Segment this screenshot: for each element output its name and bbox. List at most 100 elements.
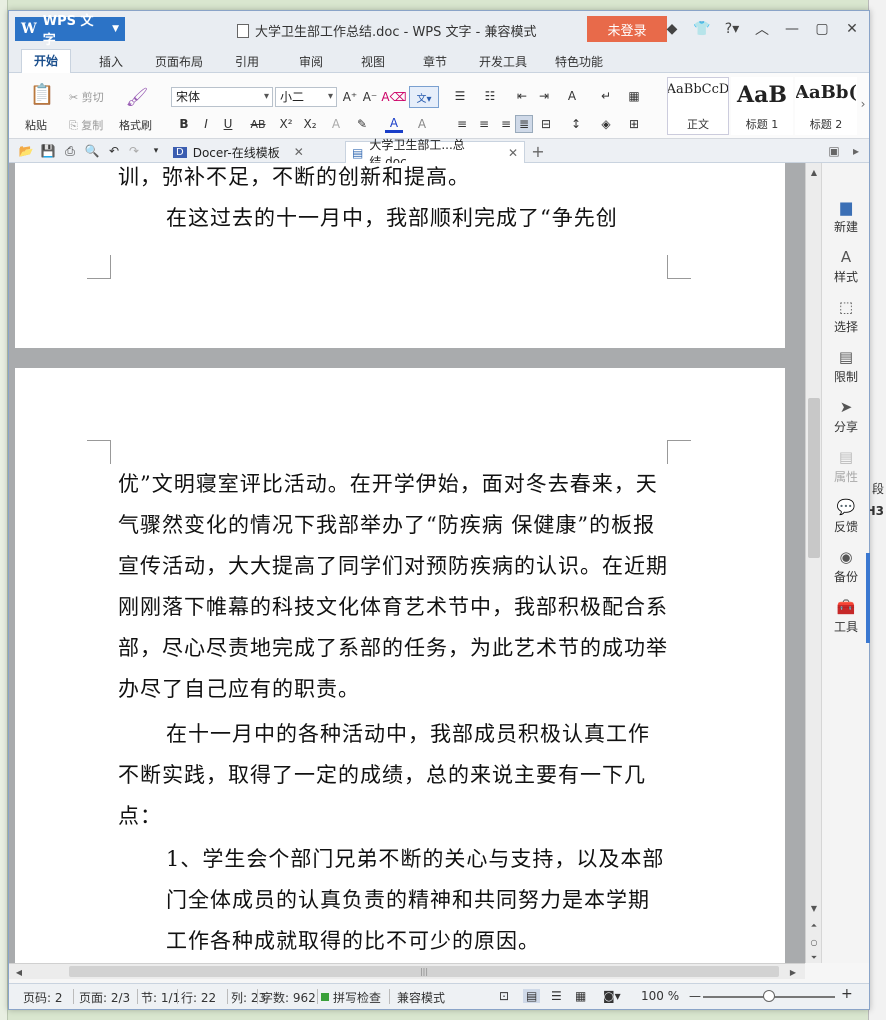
underline-button[interactable]: U: [219, 115, 237, 133]
app-menu-button[interactable]: W WPS 文字 ▼: [15, 14, 125, 48]
cut-button[interactable]: ✂ 剪切: [69, 89, 104, 105]
paragraph[interactable]: 在十一月中的各种活动中，我部成员积极认真工作不断实践，取得了一定的成绩，总的来说…: [118, 714, 671, 837]
zoom-level[interactable]: 100 %: [641, 989, 679, 1003]
font-name-select[interactable]: 宋体: [171, 87, 273, 107]
font-size-select[interactable]: 小二: [275, 87, 337, 107]
skin-icon[interactable]: 👕: [689, 17, 715, 41]
tab-review[interactable]: 审阅: [287, 51, 335, 72]
line-spacing-icon[interactable]: ↕: [567, 115, 585, 133]
distribute-icon[interactable]: ⊟: [537, 115, 555, 133]
zoom-out-icon[interactable]: —: [689, 989, 701, 1003]
paste-button[interactable]: 粘贴: [25, 117, 47, 133]
tab-home[interactable]: 开始: [21, 49, 72, 73]
strikethrough-button[interactable]: AB: [245, 115, 271, 133]
close-tab-icon[interactable]: ✕: [508, 146, 518, 160]
numbered-list-icon[interactable]: ☷: [481, 87, 499, 105]
paste-icon[interactable]: 📋: [29, 81, 55, 107]
scrollbar-thumb[interactable]: |||: [69, 966, 779, 977]
print-preview-icon[interactable]: 🔍: [83, 142, 101, 160]
change-case-icon[interactable]: A: [563, 87, 581, 105]
subscript-button[interactable]: X₂: [301, 115, 319, 133]
align-center-icon[interactable]: ≡: [475, 115, 493, 133]
tab-list-icon[interactable]: ▣: [825, 142, 843, 160]
text-line[interactable]: 训，弥补不足，不断的创新和提高。: [118, 163, 671, 198]
close-tab-icon[interactable]: ✕: [294, 145, 304, 159]
minimize-icon[interactable]: —: [779, 17, 805, 41]
outline-view-icon[interactable]: ☰: [551, 989, 562, 1003]
scroll-left-icon[interactable]: ◀: [11, 965, 27, 979]
eye-protection-icon[interactable]: ◙▾: [603, 989, 621, 1003]
scrollbar-thumb[interactable]: [808, 398, 820, 558]
bold-button[interactable]: B: [175, 115, 193, 133]
previous-page-icon[interactable]: ⏶: [806, 919, 822, 933]
new-tab-button[interactable]: +: [529, 142, 547, 161]
clear-format-icon[interactable]: A⌫: [381, 88, 406, 106]
italic-button[interactable]: I: [197, 115, 215, 133]
side-backup-button[interactable]: ◉ 备份: [822, 543, 870, 589]
tab-developer[interactable]: 开发工具: [467, 51, 539, 72]
style-heading-1[interactable]: AaB 标题 1: [731, 77, 793, 135]
help-icon[interactable]: ?▾: [719, 17, 745, 41]
side-tools-button[interactable]: 🧰 工具: [822, 593, 870, 639]
tab-page-layout[interactable]: 页面布局: [143, 51, 215, 72]
tab-menu-icon[interactable]: ▸: [847, 142, 865, 160]
maximize-icon[interactable]: ▢: [809, 17, 835, 41]
shrink-font-icon[interactable]: A⁻: [361, 88, 379, 106]
side-share-button[interactable]: ➤ 分享: [822, 393, 870, 439]
redo-icon[interactable]: ↷: [125, 142, 143, 160]
format-painter-button[interactable]: 格式刷: [119, 117, 152, 133]
page-view-icon[interactable]: ▤: [523, 989, 541, 1003]
print-icon[interactable]: ⎙: [61, 142, 79, 160]
scroll-down-icon[interactable]: ▼: [806, 901, 822, 915]
tab-view[interactable]: 视图: [349, 51, 397, 72]
tab-chapter[interactable]: 章节: [411, 51, 459, 72]
scroll-up-icon[interactable]: ▲: [806, 165, 822, 179]
superscript-button[interactable]: X²: [277, 115, 295, 133]
copy-button[interactable]: ⎘ 复制: [69, 117, 103, 133]
scroll-right-icon[interactable]: ▶: [785, 965, 801, 979]
focus-mode-icon[interactable]: ⊡: [499, 989, 509, 1003]
pinyin-guide-icon[interactable]: 文▾: [409, 86, 439, 108]
document-area[interactable]: 训，弥补不足，不断的创新和提高。 在这过去的十一月中，我部顺利完成了“争先创 优…: [9, 163, 805, 963]
undo-icon[interactable]: ↶: [105, 142, 123, 160]
quick-access-more-icon[interactable]: ▾: [147, 142, 165, 160]
next-page-icon[interactable]: ⏷: [806, 951, 822, 965]
zoom-slider-handle[interactable]: [763, 990, 775, 1002]
borders-icon[interactable]: ⊞: [625, 115, 643, 133]
save-icon[interactable]: 💾: [39, 142, 57, 160]
side-restrict-button[interactable]: ▤ 限制: [822, 343, 870, 389]
horizontal-scrollbar[interactable]: ◀ ||| ▶: [9, 963, 805, 979]
side-properties-button[interactable]: ▤ 属性: [822, 443, 870, 489]
tab-current-document[interactable]: ▤ 大学卫生部工...总结.doc ✕: [345, 138, 525, 169]
close-icon[interactable]: ✕: [839, 17, 865, 41]
grow-font-icon[interactable]: A⁺: [341, 88, 359, 106]
table-icon[interactable]: ▦: [625, 87, 643, 105]
open-icon[interactable]: 📂: [17, 142, 35, 160]
align-left-icon[interactable]: ≡: [453, 115, 471, 133]
styles-more-icon[interactable]: ›: [857, 95, 869, 113]
status-pages[interactable]: 页面: 2/3: [79, 989, 130, 1006]
vertical-scrollbar[interactable]: ▲ ▼ ⏶ ○ ⏷: [805, 163, 821, 963]
text-line[interactable]: 在这过去的十一月中，我部顺利完成了“争先创: [118, 198, 671, 239]
tab-insert[interactable]: 插入: [87, 51, 135, 72]
shading-icon[interactable]: ◈: [597, 115, 615, 133]
web-view-icon[interactable]: ▦: [575, 989, 586, 1003]
tab-references[interactable]: 引用: [223, 51, 271, 72]
status-word-count[interactable]: 字数: 962: [261, 989, 316, 1006]
tab-special[interactable]: 特色功能: [543, 51, 615, 72]
text-effect-icon[interactable]: A: [327, 115, 345, 133]
paragraph-mark-icon[interactable]: ↵: [597, 87, 615, 105]
increase-indent-icon[interactable]: ⇥: [535, 87, 553, 105]
bullet-list-icon[interactable]: ☰: [451, 87, 469, 105]
format-painter-icon[interactable]: 🖌: [125, 85, 149, 109]
font-color-icon[interactable]: A: [385, 115, 403, 133]
list-paragraph[interactable]: 1、学生会个部门兄弟不断的关心与支持，以及本部门全体成员的认真负责的精神和共同努…: [118, 839, 671, 962]
highlight-icon[interactable]: ✎: [353, 115, 371, 133]
feedback-icon[interactable]: ◆: [659, 17, 685, 41]
browse-object-icon[interactable]: ○: [806, 935, 822, 949]
paragraph[interactable]: 优”文明寝室评比活动。在开学伊始，面对冬去春来，天气骤然变化的情况下我部举办了“…: [118, 464, 671, 710]
align-right-icon[interactable]: ≡: [497, 115, 515, 133]
char-shading-icon[interactable]: A: [413, 115, 431, 133]
zoom-in-icon[interactable]: +: [841, 986, 853, 1002]
justify-icon[interactable]: ≣: [515, 115, 533, 133]
